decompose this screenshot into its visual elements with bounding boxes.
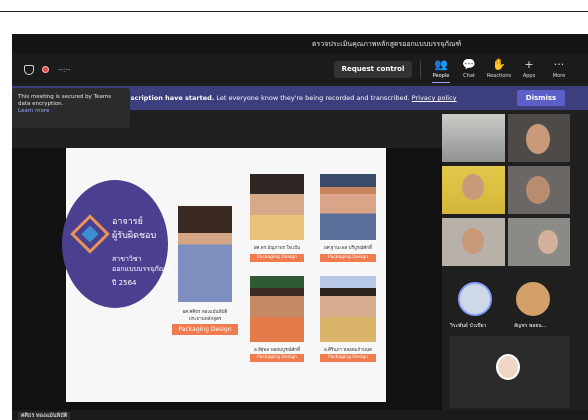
participant-face: [538, 230, 558, 254]
video-tile[interactable]: [442, 218, 505, 266]
member-photo-2: [320, 174, 376, 240]
participant-face: [526, 124, 550, 154]
chat-button[interactable]: 💬 Chat: [454, 58, 484, 79]
banner-message: nscription have started. Let everyone kn…: [126, 94, 457, 102]
chat-label: Chat: [463, 73, 475, 79]
title-bar: ตรวจประเมินคุณภาพหลักสูตรออกแบบบรรจุภัณฑ…: [12, 34, 588, 54]
lead-name: ผศ.ศศิธร ทองแม้นพิบัติ: [182, 310, 228, 315]
privacy-policy-link[interactable]: Privacy policy: [412, 94, 457, 102]
participant-name: สัญชร พลยน...: [514, 323, 547, 329]
member-tag-2: Packaging Design: [320, 254, 376, 262]
apps-icon: +: [524, 58, 534, 71]
reactions-label: Reactions: [486, 73, 512, 79]
people-button[interactable]: 👥 People: [426, 58, 456, 83]
self-avatar: [496, 354, 520, 380]
request-control-button[interactable]: Request control: [334, 61, 412, 78]
top-divider: [0, 11, 588, 12]
shared-screen-stage: อาจารย์ ผู้รับผิดชอบ สาขาวิชา ออกแบบบรรจ…: [12, 148, 442, 410]
screen: ตรวจประเมินคุณภาพหลักสูตรออกแบบบรรจุภัณฑ…: [0, 0, 588, 420]
lead-photo: [178, 206, 232, 302]
reactions-icon: ✋: [492, 58, 506, 71]
recording-icon: [42, 66, 49, 73]
chat-icon: 💬: [462, 58, 476, 71]
banner-message-bold: nscription have started.: [126, 94, 215, 102]
member-name-3: อ.สิฐุพล พลสมบูรณ์ศักดิ์: [254, 348, 300, 353]
slide-heading-2: ผู้รับผิดชอบ: [112, 231, 157, 241]
slide-program-2: ออกแบบบรรจุภัณฑ์: [112, 265, 172, 273]
dismiss-button[interactable]: Dismiss: [517, 90, 565, 106]
apps-label: Apps: [522, 73, 536, 79]
member-tag-3: Packaging Design: [250, 354, 304, 362]
participant-face: [462, 174, 484, 200]
video-tile[interactable]: [508, 218, 570, 266]
shield-icon[interactable]: [24, 65, 34, 75]
bottom-bar: ศศิธร ทองแม้นพิบัติ: [12, 410, 588, 420]
banner-message-rest: Let everyone know they're being recorded…: [214, 94, 410, 102]
participant-avatar[interactable]: [516, 282, 550, 316]
member-tag-4: Packaging Design: [320, 354, 376, 362]
window-title: ตรวจประเมินคุณภาพหลักสูตรออกแบบบรรจุภัณฑ…: [312, 40, 462, 48]
member-name-2: ผศ.ฐานะพล บริบูรณ์ศักดิ์: [324, 246, 372, 251]
more-label: More: [552, 73, 566, 79]
more-button[interactable]: ··· More: [544, 58, 574, 79]
presenter-name: ศศิธร ทองแม้นพิบัติ: [18, 412, 71, 420]
member-tag-1: Packaging Design: [250, 254, 304, 262]
member-name-4: อ.ศิรินภา หลอดแก้วนนท: [323, 348, 373, 353]
tooltip-line-1: This meeting is secured by Teams: [18, 94, 112, 100]
video-tile[interactable]: [508, 166, 570, 214]
member-photo-3: [250, 276, 304, 342]
teams-meeting-window: ตรวจประเมินคุณภาพหลักสูตรออกแบบบรรจุภัณฑ…: [12, 34, 588, 420]
people-label: People: [432, 73, 450, 79]
reactions-button[interactable]: ✋ Reactions: [484, 58, 514, 79]
encryption-tooltip: This meeting is secured by Teams data en…: [12, 88, 130, 128]
meeting-timer: --:--: [58, 66, 71, 74]
video-tile[interactable]: [508, 114, 570, 162]
member-photo-1: [250, 174, 304, 240]
member-photo-4: [320, 276, 376, 342]
self-video-tile[interactable]: [450, 336, 570, 408]
lead-role: ประธานหลักสูตร: [188, 317, 222, 322]
participant-face: [462, 228, 484, 254]
participant-avatar[interactable]: [458, 282, 492, 316]
more-icon: ···: [553, 58, 565, 71]
video-tile[interactable]: [442, 114, 505, 162]
slide-heading-1: อาจารย์: [112, 217, 143, 227]
learn-more-link[interactable]: Learn more: [18, 108, 124, 115]
people-icon: 👥: [434, 58, 448, 71]
meeting-toolbar: --:-- Request control 👥 People 💬 Chat ✋ …: [12, 54, 588, 84]
shared-slide: อาจารย์ ผู้รับผิดชอบ สาขาวิชา ออกแบบบรรจ…: [62, 148, 386, 402]
apps-button[interactable]: + Apps: [514, 58, 544, 79]
lead-tag: Packaging Design: [172, 324, 238, 335]
tooltip-line-2: data encryption. Learn more: [18, 101, 124, 115]
slide-year: ปี 2564: [112, 279, 137, 287]
participants-panel: วิระพันธ์ บัวเขียว สัญชร พลยน...: [442, 110, 588, 410]
toolbar-separator: [420, 61, 421, 79]
video-tile[interactable]: [442, 166, 505, 214]
member-name-1: ผศ.ดร.ธัญภาพร ใจแป้น: [253, 246, 301, 251]
participant-face: [526, 176, 550, 204]
participant-name: วิระพันธ์ บัวเขียว: [450, 323, 487, 329]
